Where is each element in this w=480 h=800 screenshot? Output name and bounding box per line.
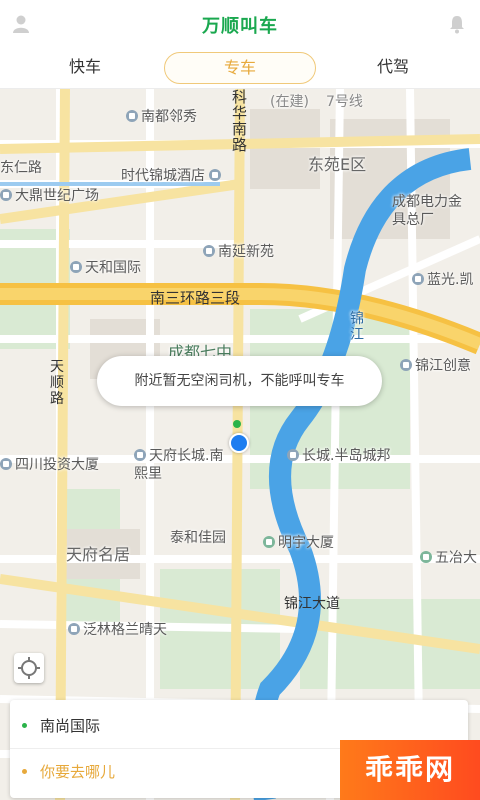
area-label-tianfu-mingju: 天府名居: [66, 545, 131, 564]
app-title: 万顺叫车: [202, 16, 278, 37]
destination-dot-icon: [22, 769, 27, 774]
metro-construction-label: (在建): [270, 94, 309, 110]
road-label-tianshun: 天顺路: [50, 359, 64, 407]
locate-button[interactable]: [14, 653, 44, 683]
poi-shidai[interactable]: 时代锦城酒店: [121, 165, 224, 185]
current-location-icon: [229, 433, 249, 453]
road-label-renlu: 东仁路: [0, 160, 42, 176]
watermark-logo: 乖乖网: [340, 740, 480, 800]
poi-icon: [0, 458, 12, 470]
crosshair-icon: [18, 657, 40, 679]
poi-fanlin[interactable]: 泛林格兰晴天: [68, 619, 167, 639]
poi-jinjiang-chuangyi[interactable]: 锦江创意: [400, 355, 471, 375]
app-header: 万顺叫车: [0, 0, 480, 48]
poi-icon: [203, 245, 215, 257]
road-label-ring: 南三环路三段: [150, 289, 241, 307]
poi-dianli[interactable]: 成都电力金具总厂: [392, 193, 472, 229]
no-driver-tooltip: 附近暂无空闲司机，不能呼叫专车: [97, 356, 382, 406]
poi-mingyu[interactable]: 明宇大厦: [263, 532, 334, 552]
poi-taihe[interactable]: 泰和佳园: [170, 527, 226, 547]
poi-dading[interactable]: 大鼎世纪广场: [0, 185, 99, 205]
destination-placeholder: 你要去哪儿: [40, 763, 116, 781]
tab-express[interactable]: 快车: [35, 52, 135, 82]
poi-nanyan[interactable]: 南延新苑: [203, 241, 274, 261]
poi-icon: [126, 110, 138, 122]
poi-icon: [70, 261, 82, 273]
poi-tianhe[interactable]: 天和国际: [70, 257, 141, 277]
bell-icon[interactable]: [448, 14, 466, 34]
poi-tianfu-changcheng[interactable]: 天府长城.南熙里: [134, 447, 224, 483]
start-pin-icon: [233, 420, 241, 428]
poi-icon: [68, 623, 80, 635]
road-label-jinjiang-dadao: 锦江大道: [284, 596, 340, 612]
service-tabs: 快车 专车 代驾: [0, 48, 480, 89]
poi-icon: [0, 189, 12, 201]
poi-sichuan[interactable]: 四川投资大厦: [0, 454, 99, 474]
poi-icon: [263, 536, 275, 548]
poi-wuye[interactable]: 五冶大: [420, 547, 477, 567]
poi-icon: [134, 449, 146, 461]
poi-changcheng-bandao[interactable]: 长城.半岛城邦: [287, 445, 390, 465]
poi-icon: [412, 273, 424, 285]
hotel-icon: [209, 169, 221, 181]
start-dot-icon: [22, 723, 27, 728]
poi-nandulinxiu[interactable]: 南都邻秀: [126, 106, 197, 126]
tab-designated-driver[interactable]: 代驾: [343, 52, 443, 82]
start-location-text: 南尚国际: [40, 717, 101, 735]
area-label-dongyuan: 东苑E区: [308, 155, 367, 174]
river-label-jinjiang: 锦江: [350, 311, 364, 343]
poi-icon: [420, 551, 432, 563]
poi-icon: [400, 359, 412, 371]
poi-languang[interactable]: 蓝光.凯: [412, 269, 473, 289]
road-label-kehua: 科华南路: [232, 89, 248, 154]
metro-line-label: 7号线: [326, 94, 363, 110]
poi-icon: [287, 449, 299, 461]
tab-premium[interactable]: 专车: [164, 52, 316, 84]
